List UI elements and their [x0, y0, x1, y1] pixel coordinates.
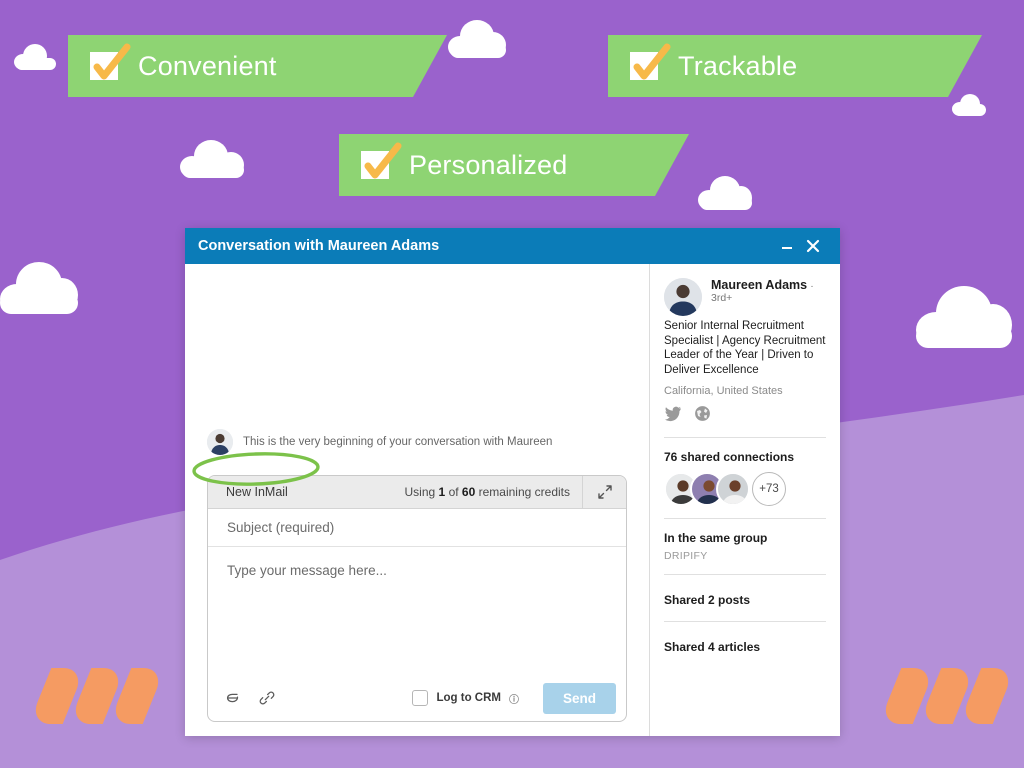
- same-group-name[interactable]: DRIPIFY: [664, 550, 826, 562]
- globe-icon[interactable]: [694, 405, 711, 425]
- profile-name-row: Maureen Adams · 3rd+: [711, 278, 826, 304]
- divider: [664, 574, 826, 575]
- conversation-start-text: This is the very beginning of your conve…: [243, 436, 552, 448]
- social-links: [664, 405, 826, 425]
- window-body: This is the very beginning of your conve…: [185, 264, 840, 736]
- message-input[interactable]: Type your message here...: [208, 547, 626, 675]
- window-title: Conversation with Maureen Adams: [198, 238, 774, 254]
- profile-location: California, United States: [664, 385, 826, 397]
- feature-banner-convenient: Convenient: [68, 35, 413, 97]
- cloud-icon: [0, 262, 78, 314]
- shared-articles-section[interactable]: Shared 4 articles: [664, 634, 826, 654]
- shared-connections-avatars: +73: [664, 472, 826, 506]
- minimize-button[interactable]: [774, 233, 800, 259]
- decorative-stripes-left: [40, 668, 154, 724]
- cloud-icon: [916, 286, 1012, 348]
- shared-connections-section: 76 shared connections: [664, 450, 826, 506]
- log-to-crm-control: Log to CRM ⓘ: [412, 690, 519, 706]
- compose-header: New InMail Using 1 of 60 remaining credi…: [208, 476, 626, 509]
- profile-name[interactable]: Maureen Adams: [711, 278, 807, 292]
- conversation-window: Conversation with Maureen Adams: [185, 228, 840, 736]
- decorative-stripes-right: [890, 668, 1004, 724]
- link-icon[interactable]: [258, 689, 276, 707]
- banner-label: Personalized: [409, 150, 568, 181]
- expand-diagonal-icon[interactable]: [582, 476, 626, 508]
- cloud-icon: [448, 20, 506, 58]
- same-group-title: In the same group: [664, 531, 826, 545]
- log-to-crm-checkbox[interactable]: [412, 690, 428, 706]
- conversation-pane: This is the very beginning of your conve…: [185, 264, 650, 736]
- avatar[interactable]: [664, 278, 702, 316]
- window-titlebar: Conversation with Maureen Adams: [185, 228, 840, 264]
- compose-footer: Log to CRM ⓘ Send: [208, 675, 626, 721]
- divider: [664, 437, 826, 438]
- credits-mid: of: [449, 485, 459, 499]
- conversation-start-note: This is the very beginning of your conve…: [207, 429, 635, 455]
- cloud-icon: [14, 44, 56, 70]
- slide-canvas: Convenient Trackable Personalized Conver…: [0, 0, 1024, 768]
- help-circle-icon[interactable]: ⓘ: [509, 691, 519, 706]
- profile-headline: Senior Internal Recruitment Specialist |…: [664, 319, 826, 377]
- shared-connections-title: 76 shared connections: [664, 450, 826, 464]
- new-inmail-tab[interactable]: New InMail: [208, 485, 288, 499]
- shared-connections-more[interactable]: +73: [752, 472, 786, 506]
- attachment-icon[interactable]: [224, 689, 242, 707]
- shared-posts-section[interactable]: Shared 2 posts: [664, 587, 826, 617]
- cloud-icon: [698, 176, 752, 210]
- profile-header: Maureen Adams · 3rd+: [664, 278, 826, 316]
- feature-banner-trackable: Trackable: [608, 35, 948, 97]
- banner-label: Convenient: [138, 51, 277, 82]
- divider: [664, 621, 826, 622]
- feature-banner-personalized: Personalized: [339, 134, 655, 196]
- cloud-icon: [180, 140, 244, 178]
- credits-prefix: Using: [405, 485, 436, 499]
- message-history: This is the very beginning of your conve…: [185, 264, 649, 469]
- close-icon[interactable]: [800, 233, 826, 259]
- twitter-icon[interactable]: [664, 406, 682, 425]
- avatar[interactable]: [716, 472, 750, 506]
- cloud-icon: [952, 94, 986, 116]
- divider: [664, 518, 826, 519]
- shared-articles-title: Shared 4 articles: [664, 640, 826, 654]
- profile-sidebar: Maureen Adams · 3rd+ Senior Internal Rec…: [650, 264, 840, 736]
- credits-suffix: remaining credits: [479, 485, 570, 499]
- checkbox-checked-icon: [361, 151, 389, 179]
- same-group-section: In the same group DRIPIFY: [664, 531, 826, 562]
- subject-input[interactable]: Subject (required): [208, 509, 626, 547]
- avatar: [207, 429, 233, 455]
- send-button[interactable]: Send: [543, 683, 616, 714]
- checkbox-checked-icon: [630, 52, 658, 80]
- banner-label: Trackable: [678, 51, 797, 82]
- checkbox-checked-icon: [90, 52, 118, 80]
- log-to-crm-label: Log to CRM: [436, 692, 501, 704]
- compose-box: New InMail Using 1 of 60 remaining credi…: [207, 475, 627, 722]
- shared-posts-title: Shared 2 posts: [664, 593, 826, 607]
- credits-status: Using 1 of 60 remaining credits: [405, 485, 583, 499]
- credits-total: 60: [462, 485, 475, 499]
- credits-used: 1: [439, 485, 446, 499]
